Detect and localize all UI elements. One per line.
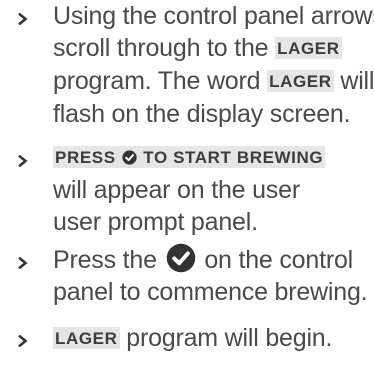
- step-text: LAGER program will begin.: [53, 322, 371, 355]
- step-line: flash on the display screen.: [53, 100, 351, 128]
- step-line: panel to commence brewing.: [53, 278, 368, 306]
- chevron-right-icon: [18, 335, 28, 347]
- chevron-right-icon: [18, 13, 28, 25]
- step-line: user prompt panel.: [53, 208, 258, 236]
- step-line: Using the control panel arrows,: [53, 2, 374, 30]
- step-line: Press the on the control: [53, 243, 371, 276]
- program-name-label: LAGER: [267, 70, 334, 92]
- program-name-label: LAGER: [53, 327, 120, 349]
- prompt-message-label: PRESS TO START BREWING: [53, 146, 326, 168]
- step-text: PRESS TO START BREWING will appear on th…: [53, 141, 371, 238]
- check-circle-icon: [166, 243, 195, 273]
- step-line: PRESS TO START BREWING: [53, 141, 371, 174]
- step-line: program. The word LAGER will: [53, 67, 374, 95]
- instruction-list: Using the control panel arrows, scroll t…: [0, 0, 374, 378]
- chevron-right-icon: [18, 155, 28, 167]
- chevron-right-icon: [18, 257, 28, 269]
- check-circle-icon: [122, 150, 137, 165]
- step-line: will appear on the user: [53, 176, 300, 204]
- program-name-label: LAGER: [275, 37, 342, 59]
- step-text: Press the on the control panel to commen…: [53, 243, 371, 308]
- step-line: scroll through to the LAGER: [53, 34, 342, 62]
- step-text: Using the control panel arrows, scroll t…: [53, 0, 374, 130]
- step-line: LAGER program will begin.: [53, 324, 333, 352]
